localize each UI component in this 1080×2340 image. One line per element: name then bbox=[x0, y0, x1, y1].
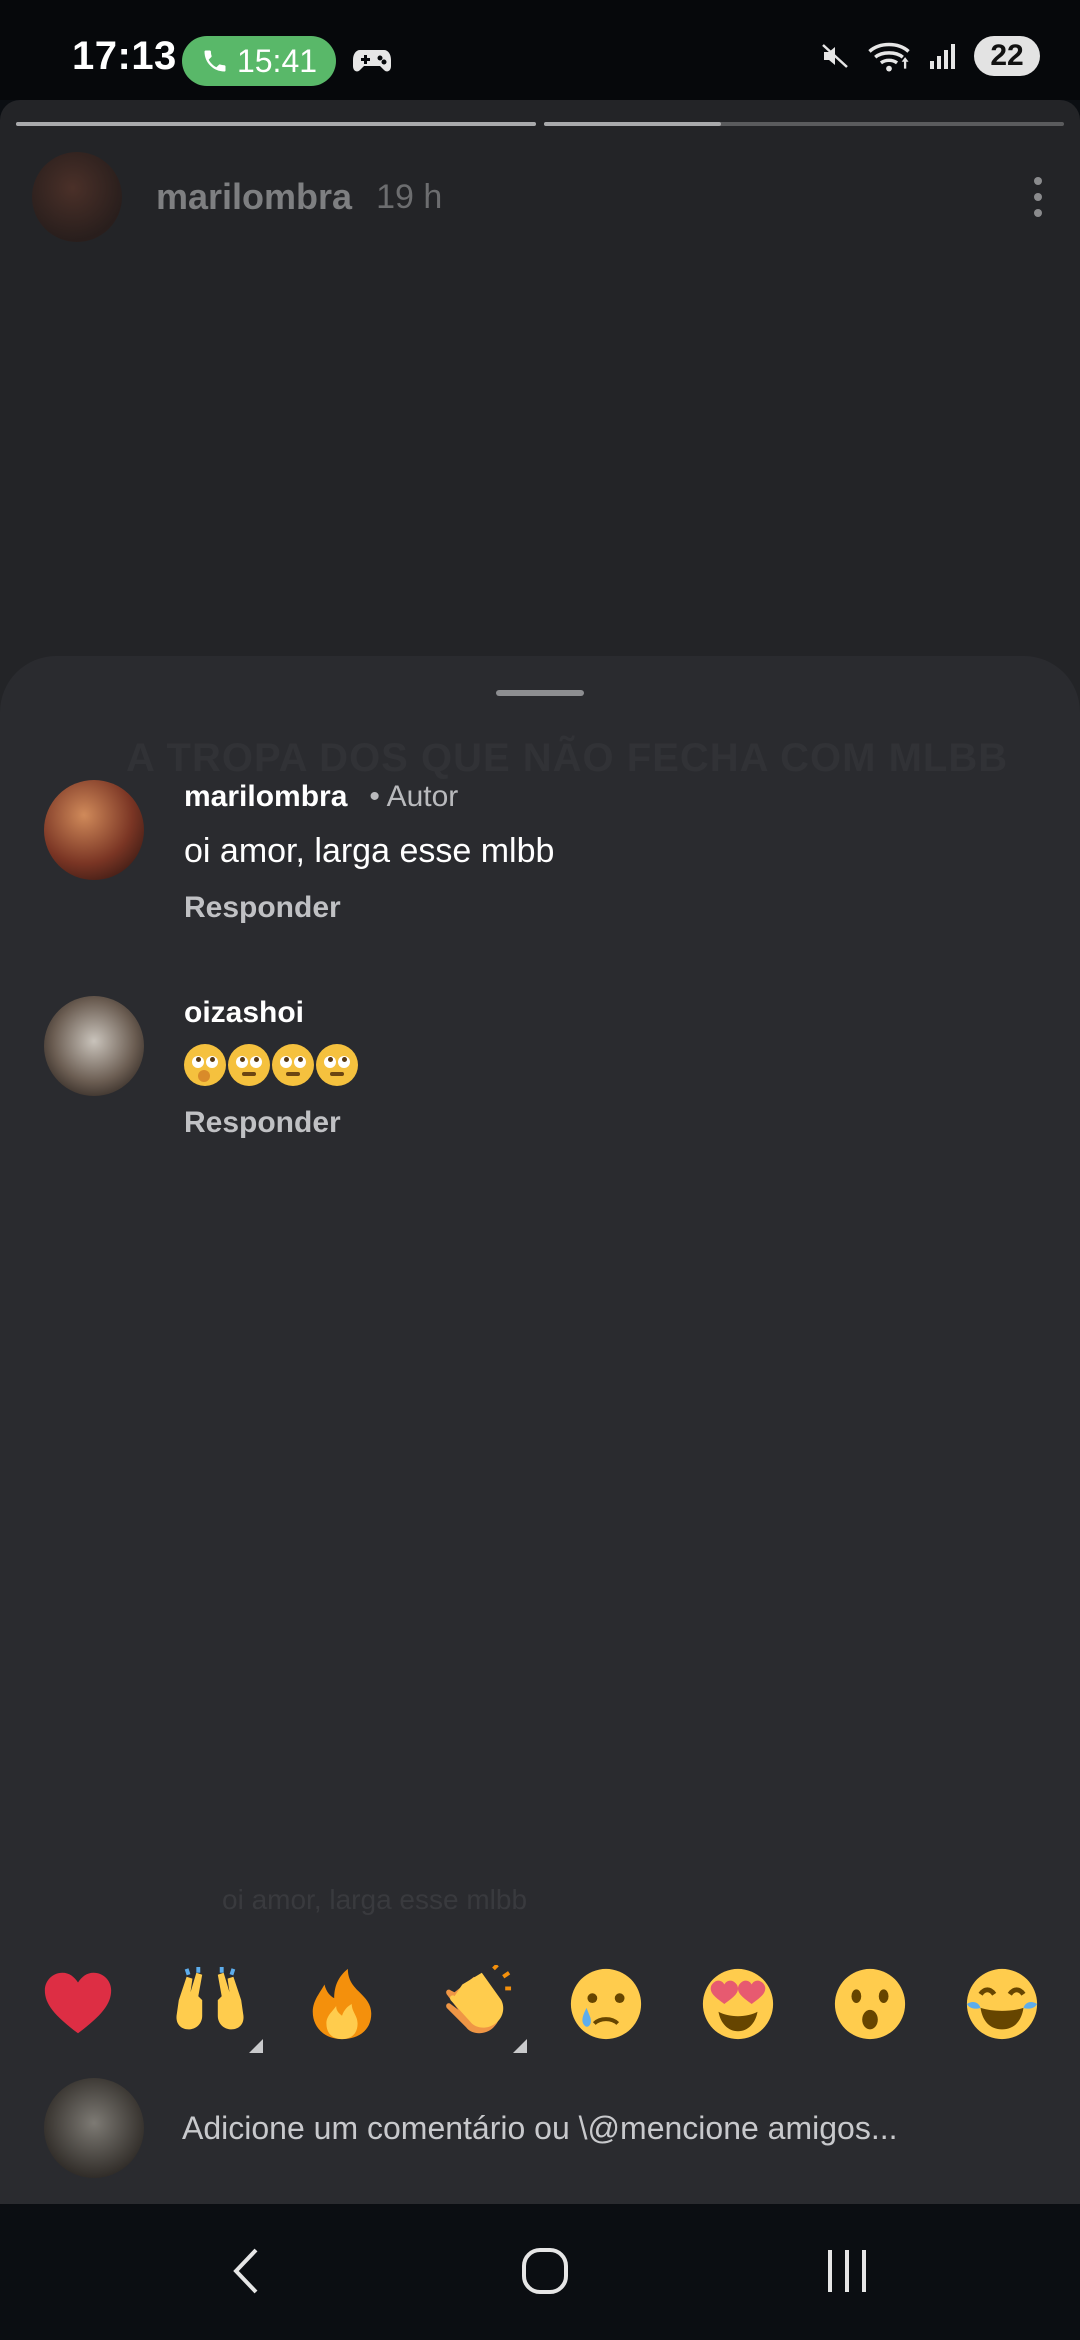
comment-author-avatar[interactable] bbox=[44, 780, 144, 880]
red-heart-icon[interactable] bbox=[39, 1965, 117, 2043]
story-progress-segment-1 bbox=[16, 122, 536, 126]
comment-author-avatar[interactable] bbox=[44, 996, 144, 1096]
ongoing-call-pill[interactable]: 15:41 bbox=[182, 36, 336, 86]
back-icon[interactable] bbox=[222, 2246, 272, 2296]
system-navigation-bar bbox=[0, 2204, 1080, 2340]
author-badge: • Autor bbox=[369, 780, 459, 813]
game-controller-icon bbox=[353, 50, 391, 72]
sheet-drag-handle[interactable] bbox=[496, 690, 584, 696]
clapping-hands-icon[interactable] bbox=[435, 1965, 527, 2053]
call-timer: 15:41 bbox=[236, 42, 318, 79]
comment-composer: Adicione um comentário ou \@mencione ami… bbox=[0, 2072, 1080, 2184]
comment-input[interactable]: Adicione um comentário ou \@mencione ami… bbox=[182, 2110, 898, 2147]
status-icons: 22 bbox=[820, 36, 1040, 76]
surprised-face-icon[interactable] bbox=[831, 1965, 909, 2043]
phone-icon bbox=[204, 50, 226, 72]
shushing-face-icon bbox=[184, 1044, 226, 1086]
crying-face-icon[interactable] bbox=[567, 1965, 645, 2043]
signal-icon bbox=[930, 44, 955, 69]
home-icon[interactable] bbox=[520, 2246, 570, 2296]
fire-icon[interactable] bbox=[303, 1965, 381, 2043]
more-options-icon[interactable] bbox=[1028, 177, 1048, 217]
comment-username[interactable]: oizashoi bbox=[184, 996, 304, 1030]
comment-item: oizashoi Responder bbox=[44, 996, 358, 1140]
current-user-avatar bbox=[44, 2078, 144, 2178]
background-story-title: A TROPA DOS QUE NÃO FECHA COM MLBB bbox=[126, 736, 1009, 780]
story-author-avatar[interactable] bbox=[32, 152, 122, 242]
eye-roll-face-icon bbox=[228, 1044, 270, 1086]
eye-roll-face-icon bbox=[316, 1044, 358, 1086]
raising-hands-icon[interactable] bbox=[171, 1965, 263, 2053]
clock: 17:13 bbox=[72, 34, 177, 78]
status-bar: 17:13 15:41 22 bbox=[0, 0, 1080, 100]
wifi-icon bbox=[868, 42, 910, 72]
comment-username[interactable]: marilombra bbox=[184, 780, 347, 814]
comment-text: oi amor, larga esse mlbb bbox=[184, 832, 555, 870]
comment-item: marilombra • Autor oi amor, larga esse m… bbox=[44, 780, 554, 925]
story-author-username[interactable]: marilombra bbox=[156, 176, 352, 218]
mute-icon bbox=[822, 44, 848, 68]
recent-apps-icon[interactable] bbox=[822, 2246, 872, 2296]
tears-of-joy-face-icon[interactable] bbox=[963, 1965, 1041, 2043]
battery-indicator: 22 bbox=[974, 36, 1040, 76]
comment-emoji-text bbox=[184, 1044, 358, 1086]
eye-roll-face-icon bbox=[272, 1044, 314, 1086]
background-story-caption: oi amor, larga esse mlbb bbox=[222, 1884, 528, 1915]
reply-button[interactable]: Responder bbox=[184, 891, 554, 925]
reply-button[interactable]: Responder bbox=[184, 1106, 358, 1140]
story-time-ago: 19 h bbox=[376, 177, 443, 216]
story-header: marilombra 19 h bbox=[32, 152, 1048, 242]
quick-reactions-bar bbox=[0, 1948, 1080, 2060]
heart-eyes-face-icon[interactable] bbox=[699, 1965, 777, 2043]
story-progress-segment-2 bbox=[544, 122, 1064, 126]
